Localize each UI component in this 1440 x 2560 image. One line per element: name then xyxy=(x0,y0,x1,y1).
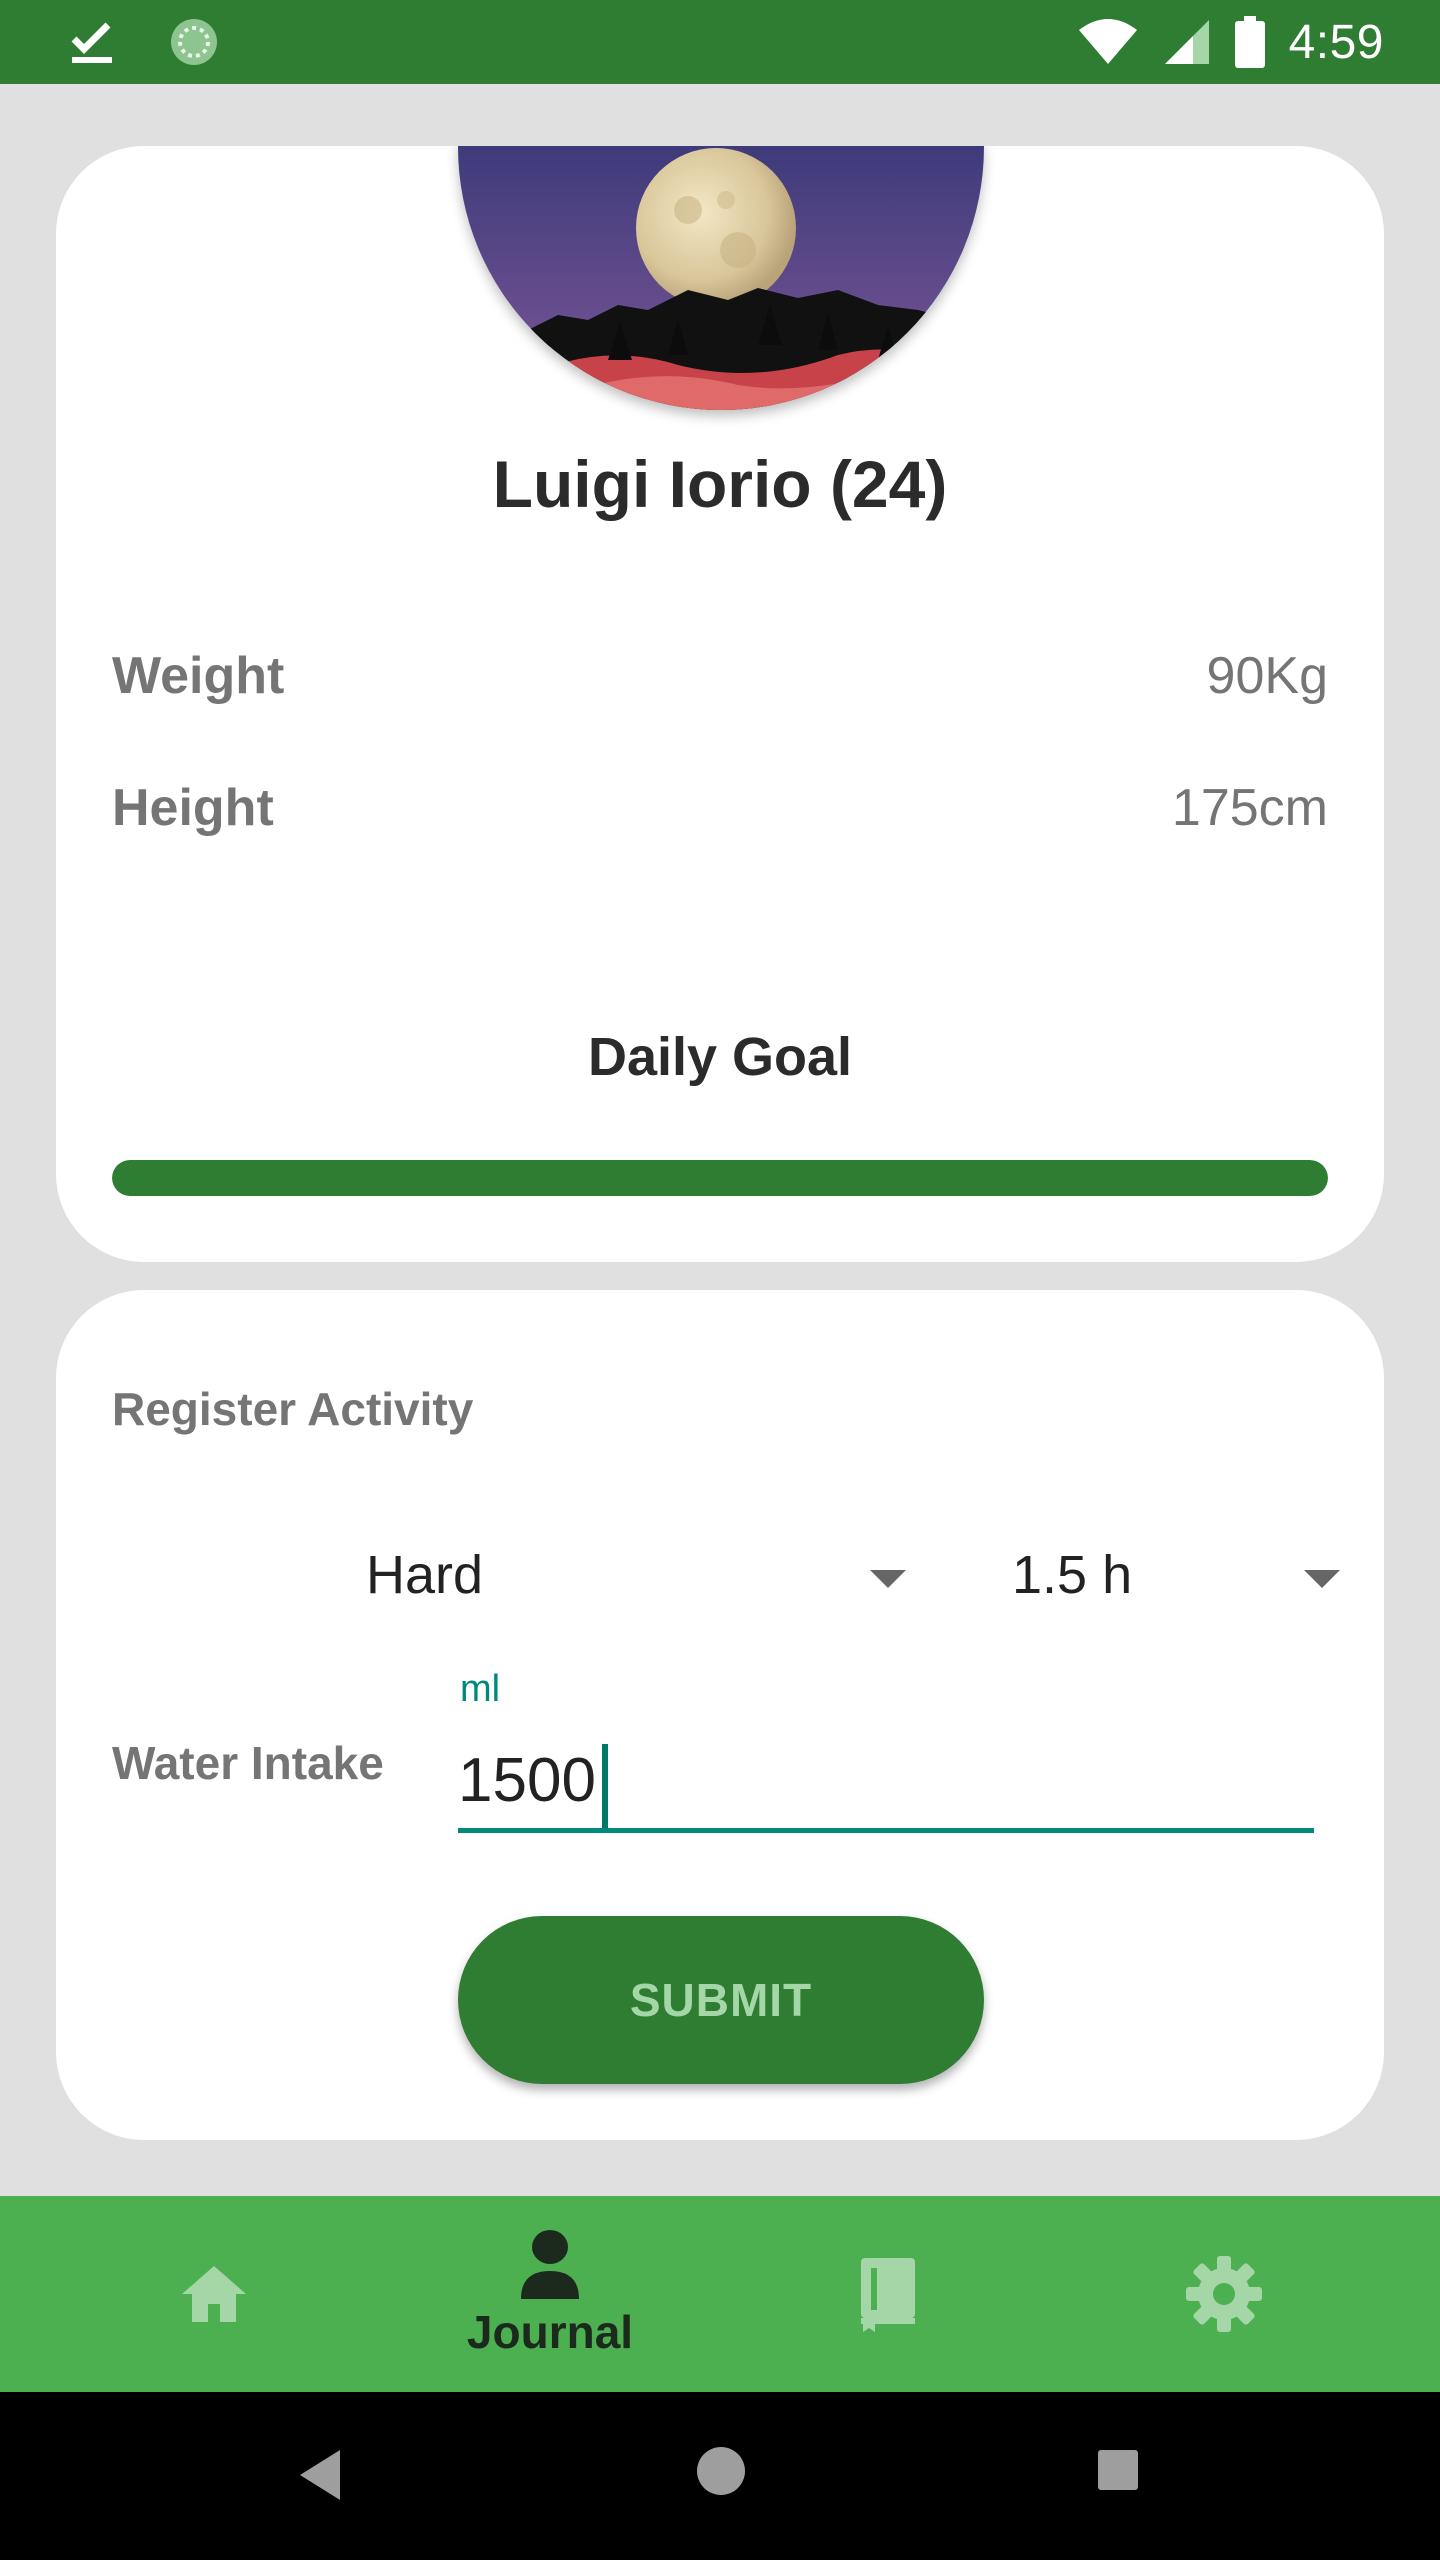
daily-goal-progress-bar xyxy=(112,1160,1328,1196)
weight-value: 90Kg xyxy=(1206,647,1328,705)
water-intake-field: ml xyxy=(458,1660,1314,1840)
status-left-icons xyxy=(70,16,220,68)
book-icon xyxy=(861,2258,915,2332)
profile-card: Luigi Iorio (24) Weight 90Kg Height 175c… xyxy=(56,146,1384,1262)
sync-icon xyxy=(171,19,217,65)
height-label: Height xyxy=(112,779,274,837)
nav-item-settings[interactable] xyxy=(1104,2196,1344,2392)
water-unit-label: ml xyxy=(460,1668,501,1710)
chevron-down-icon xyxy=(1304,1570,1340,1588)
cellular-signal-icon xyxy=(1164,20,1209,64)
input-underline xyxy=(458,1828,1314,1833)
height-value: 175cm xyxy=(1171,779,1328,837)
home-circle-icon[interactable] xyxy=(694,2444,748,2498)
system-navigation-bar xyxy=(0,2392,1440,2560)
wifi-icon xyxy=(1078,19,1137,64)
height-row: Height 175cm xyxy=(112,778,1328,838)
gear-icon xyxy=(1186,2256,1262,2332)
status-right-icons: 4:59 xyxy=(1077,10,1384,74)
intensity-selected-value: Hard xyxy=(366,1545,484,1605)
battery-icon xyxy=(1234,16,1265,68)
duration-selected-value: 1.5 h xyxy=(1012,1545,1133,1605)
back-icon[interactable] xyxy=(296,2446,344,2504)
chevron-down-icon xyxy=(870,1570,906,1588)
daily-goal-title: Daily Goal xyxy=(587,1027,853,1087)
nav-item-label: Journal xyxy=(466,2306,634,2358)
check-notification-icon xyxy=(71,22,112,63)
nav-item-book[interactable] xyxy=(768,2196,1008,2392)
text-caret xyxy=(602,1744,608,1830)
daily-goal-progress-fill xyxy=(112,1160,1328,1196)
water-intake-label: Water Intake xyxy=(112,1737,384,1789)
nav-item-journal[interactable]: Journal xyxy=(430,2196,670,2392)
status-time: 4:59 xyxy=(1288,15,1384,69)
register-activity-title: Register Activity xyxy=(112,1383,474,1435)
bottom-navigation: Journal xyxy=(0,2196,1440,2392)
nav-item-home[interactable] xyxy=(94,2196,334,2392)
register-activity-card: Register Activity Hard 1.5 h Water Intak… xyxy=(56,1290,1384,2140)
avatar-moon-image xyxy=(458,146,984,410)
home-icon xyxy=(182,2266,246,2322)
profile-name: Luigi Iorio (24) xyxy=(492,447,948,521)
avatar[interactable] xyxy=(458,146,984,410)
intensity-dropdown[interactable]: Hard xyxy=(366,1520,906,1630)
person-icon xyxy=(521,2230,579,2299)
water-intake-input[interactable] xyxy=(458,1730,1314,1830)
submit-button[interactable]: SUBMIT xyxy=(458,1916,984,2084)
recents-icon[interactable] xyxy=(1096,2448,1140,2492)
status-bar: 4:59 xyxy=(0,0,1440,84)
weight-row: Weight 90Kg xyxy=(112,646,1328,706)
weight-label: Weight xyxy=(112,647,285,705)
duration-dropdown[interactable]: 1.5 h xyxy=(960,1520,1340,1630)
